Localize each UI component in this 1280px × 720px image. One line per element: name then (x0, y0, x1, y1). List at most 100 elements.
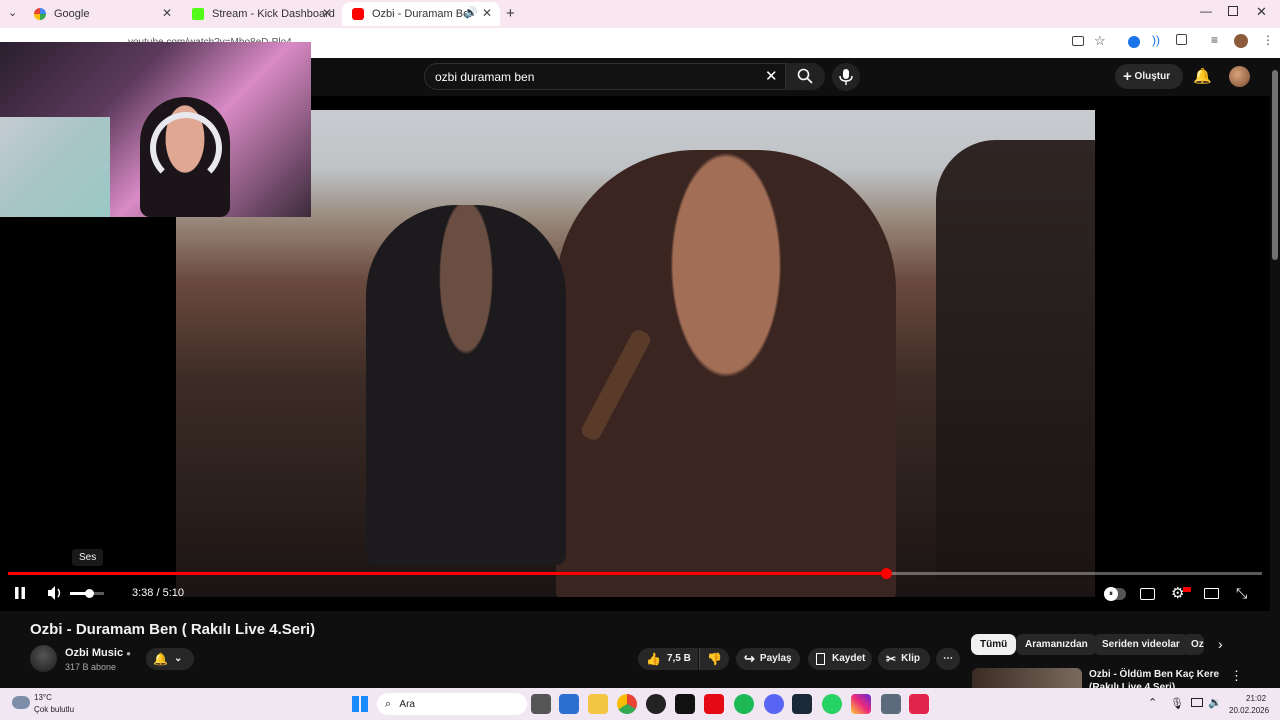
google-favicon-icon (34, 8, 46, 20)
weather-temperature[interactable]: 13°C (34, 693, 52, 702)
new-tab-icon[interactable]: + (506, 5, 515, 22)
voice-search-button[interactable] (832, 63, 860, 91)
notification-bell-button[interactable]: 🔔 ⌄ (146, 648, 194, 670)
channel-avatar[interactable] (30, 645, 57, 672)
search-input[interactable]: ozbi duramam ben (435, 70, 534, 84)
obs-icon[interactable] (646, 694, 666, 714)
save-label: Kaydet (832, 653, 866, 664)
weather-icon[interactable] (12, 696, 30, 709)
chip-from-search[interactable]: Aramanızdan (1016, 634, 1097, 655)
channel-name[interactable]: Ozbi Music ● (65, 647, 131, 659)
channel-name-text: Ozbi Music (65, 647, 124, 659)
save-button[interactable]: Kaydet (808, 648, 872, 670)
autoplay-toggle[interactable]: ⏸ (1104, 587, 1126, 601)
audio-playing-icon[interactable]: 🔊 (464, 6, 478, 19)
share-label: Paylaş (759, 653, 792, 664)
tab-youtube-video[interactable]: Ozbi - Duramam Ben ( Rak 🔊 ✕ (342, 2, 500, 26)
extension-icon[interactable] (1128, 36, 1140, 48)
clock-time[interactable]: 21:02 (1246, 694, 1266, 703)
webcam-overlay (0, 42, 311, 217)
extension-icon[interactable]: )) (1152, 33, 1160, 47)
store-icon[interactable] (559, 694, 579, 714)
profile-avatar[interactable] (1234, 34, 1248, 48)
more-actions-button[interactable]: ⋯ (936, 648, 960, 670)
close-window-icon[interactable]: ✕ (1256, 4, 1267, 20)
account-avatar[interactable] (1229, 66, 1250, 87)
taskbar-search[interactable]: ⌕ Ara (377, 693, 527, 715)
webcam-pc-case (0, 117, 110, 217)
thumbs-down-icon: 👎 (707, 652, 722, 666)
maximize-icon[interactable] (1228, 6, 1238, 16)
search-button[interactable] (785, 63, 825, 90)
display-tray-icon[interactable] (1191, 698, 1203, 707)
streaming-app-icon[interactable] (909, 694, 929, 714)
progress-scrubber[interactable] (880, 568, 892, 579)
dislike-button[interactable]: 👎 (699, 648, 729, 670)
clip-button[interactable]: ✂ Klip (878, 648, 930, 670)
task-view-icon[interactable] (531, 694, 551, 714)
create-label: Oluştur (1134, 71, 1171, 82)
close-icon[interactable]: ✕ (162, 6, 172, 20)
spotify-icon[interactable] (734, 694, 754, 714)
weather-description[interactable]: Çok bulutlu (34, 705, 74, 714)
media-control-icon[interactable]: ≡ (1211, 33, 1218, 47)
speaker-tray-icon[interactable]: 🔉 (1208, 696, 1222, 709)
clock-date[interactable]: 20.02.2026 (1229, 706, 1269, 715)
volume-button[interactable] (47, 585, 65, 604)
chip-series-videos[interactable]: Seriden videolar (1093, 634, 1189, 655)
minimize-icon[interactable]: — (1200, 4, 1212, 18)
chip-ozbi[interactable]: Oz (1182, 634, 1204, 655)
windows-start-icon[interactable] (352, 696, 368, 712)
close-icon[interactable]: ✕ (322, 6, 332, 20)
recommendation-thumbnail[interactable] (972, 668, 1082, 688)
recommendation-menu-icon[interactable]: ⋮ (1230, 668, 1243, 684)
file-explorer-icon[interactable] (588, 694, 608, 714)
browser-menu-icon[interactable]: ⋮ (1262, 33, 1274, 47)
fullscreen-icon[interactable]: ⤡ (1236, 585, 1247, 602)
youtube-favicon-icon (352, 8, 364, 20)
taskbar-search-label: Ara (399, 699, 415, 710)
verified-icon: ● (126, 649, 131, 658)
install-app-icon[interactable] (1072, 36, 1084, 46)
video-scene-musician-right (936, 140, 1095, 580)
chevron-down-icon: ⌄ (173, 653, 183, 664)
recommendation-title[interactable]: Ozbi - Öldüm Ben Kaç Kere (1089, 669, 1219, 680)
steam-icon[interactable] (792, 694, 812, 714)
share-button[interactable]: ↪ Paylaş (736, 648, 800, 670)
scrollbar-thumb[interactable] (1272, 70, 1278, 260)
close-icon[interactable]: ✕ (482, 6, 492, 20)
bell-icon: 🔔 (153, 652, 168, 666)
tab-label: Google (54, 8, 90, 20)
search-box[interactable]: ozbi duramam ben ✕ (424, 63, 825, 90)
search-icon: ⌕ (385, 698, 392, 710)
like-button[interactable]: 👍 7,5 B (638, 648, 698, 670)
clear-search-icon[interactable]: ✕ (765, 67, 778, 85)
tray-chevron-up-icon[interactable]: ⌃ (1148, 696, 1157, 709)
video-frame[interactable] (176, 110, 1095, 597)
whatsapp-icon[interactable] (822, 694, 842, 714)
microphone-tray-icon[interactable]: 🎙 (1170, 697, 1184, 710)
create-button[interactable]: + Oluştur (1115, 64, 1183, 89)
tab-search-chevron-icon[interactable]: ⌄ (8, 6, 17, 19)
chevron-right-icon[interactable]: › (1218, 636, 1223, 652)
extensions-puzzle-icon[interactable] (1176, 34, 1187, 45)
windows-taskbar: 13°C Çok bulutlu ⌕ Ara (0, 688, 1280, 720)
netflix-icon[interactable] (704, 694, 724, 714)
chip-all[interactable]: Tümü (971, 634, 1017, 655)
chrome-icon[interactable] (617, 694, 637, 714)
theater-mode-icon[interactable] (1204, 588, 1219, 599)
scissors-icon: ✂ (886, 652, 897, 666)
pause-button[interactable] (14, 586, 26, 603)
subtitles-icon[interactable] (1140, 588, 1155, 600)
bookmark-star-icon[interactable]: ☆ (1094, 33, 1106, 49)
search-icon (797, 68, 813, 84)
discord-icon[interactable] (764, 694, 784, 714)
settings-app-icon[interactable] (881, 694, 901, 714)
tab-kick-dashboard[interactable]: Stream - Kick Dashboard ✕ (182, 2, 340, 26)
volume-slider-knob[interactable] (84, 589, 94, 598)
instagram-icon[interactable] (851, 694, 871, 714)
notifications-bell-icon[interactable]: 🔔 (1193, 67, 1212, 85)
time-display: 3:38 / 5:10 (132, 587, 184, 599)
tab-google[interactable]: Google ✕ (24, 2, 180, 26)
app-icon[interactable] (675, 694, 695, 714)
